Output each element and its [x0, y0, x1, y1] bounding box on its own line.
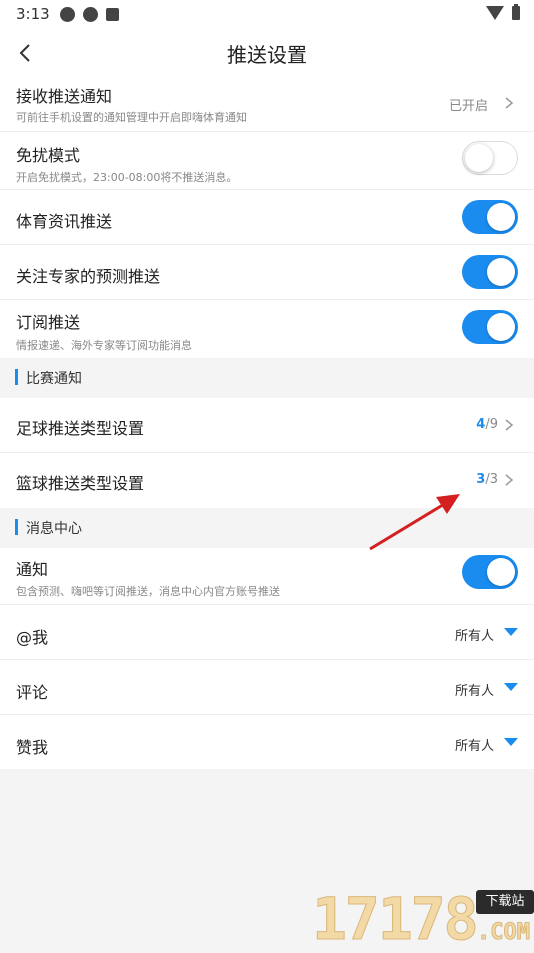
section-marker — [15, 369, 18, 385]
dnd-subtitle: 开启免扰模式，23:00-08:00将不推送消息。 — [16, 171, 238, 184]
notification-row: 通知 包含预测、嗨吧等订阅推送，消息中心内官方账号推送 — [0, 548, 534, 605]
dnd-row: 免扰模式 开启免扰模式，23:00-08:00将不推送消息。 — [0, 132, 534, 190]
sports-news-toggle[interactable] — [462, 200, 518, 234]
app-notification-icon — [83, 7, 98, 22]
title-bar: 推送设置 — [0, 30, 534, 78]
match-section-header: 比赛通知 — [0, 358, 534, 398]
app-notification-icon — [60, 7, 75, 22]
chevron-right-icon — [505, 97, 514, 109]
expert-predictions-toggle[interactable] — [462, 255, 518, 289]
basketball-push-row[interactable]: 篮球推送类型设置 3/3 — [0, 453, 534, 508]
watermark-logo: 17178 下载站 .COM — [312, 885, 534, 953]
sports-news-title: 体育资讯推送 — [16, 212, 113, 231]
app-notification-icon — [106, 8, 119, 21]
receive-push-subtitle: 可前往手机设置的通知管理中开启即嗨体育通知 — [16, 111, 247, 124]
subscription-title: 订阅推送 — [16, 313, 81, 332]
notification-title: 通知 — [16, 560, 49, 579]
comment-dropdown-value[interactable]: 所有人 — [455, 680, 494, 699]
like-row[interactable]: 赞我 所有人 — [0, 715, 534, 769]
notification-toggle[interactable] — [462, 555, 518, 589]
expert-predictions-title: 关注专家的预测推送 — [16, 267, 161, 286]
chevron-right-icon — [505, 419, 514, 431]
page-title: 推送设置 — [227, 43, 307, 67]
expert-predictions-row: 关注专家的预测推送 — [0, 245, 534, 300]
notification-subtitle: 包含预测、嗨吧等订阅推送，消息中心内官方账号推送 — [16, 585, 280, 598]
message-section-label: 消息中心 — [26, 521, 82, 537]
section-marker — [15, 519, 18, 535]
watermark-badge: 下载站 — [476, 890, 534, 914]
basketball-push-title: 篮球推送类型设置 — [16, 474, 145, 493]
subscription-subtitle: 情报速递、海外专家等订阅功能消息 — [16, 339, 192, 352]
dnd-title: 免扰模式 — [16, 146, 81, 165]
football-push-count: 4/9 — [476, 417, 498, 432]
receive-push-title: 接收推送通知 — [16, 87, 113, 106]
chevron-right-icon — [505, 474, 514, 486]
football-push-title: 足球推送类型设置 — [16, 419, 145, 438]
mention-title: @我 — [16, 628, 49, 647]
football-push-row[interactable]: 足球推送类型设置 4/9 — [0, 398, 534, 453]
wifi-icon — [486, 6, 504, 20]
receive-push-row[interactable]: 接收推送通知 可前往手机设置的通知管理中开启即嗨体育通知 已开启 — [0, 78, 534, 132]
status-time: 3:13 — [16, 5, 50, 23]
caret-down-icon[interactable] — [504, 683, 518, 691]
status-bar: 3:13 — [0, 0, 534, 30]
comment-title: 评论 — [16, 683, 49, 702]
like-dropdown-value[interactable]: 所有人 — [455, 735, 494, 754]
subscription-row: 订阅推送 情报速递、海外专家等订阅功能消息 — [0, 300, 534, 358]
match-section-label: 比赛通知 — [26, 371, 82, 387]
caret-down-icon[interactable] — [504, 738, 518, 746]
basketball-push-count: 3/3 — [476, 472, 498, 487]
sports-news-row: 体育资讯推送 — [0, 190, 534, 245]
battery-icon — [512, 4, 520, 20]
watermark-number: 17178 — [312, 885, 480, 953]
receive-push-status: 已开启 — [448, 99, 488, 114]
dnd-toggle[interactable] — [462, 141, 518, 175]
message-section-header: 消息中心 — [0, 508, 534, 548]
watermark-domain: .COM — [477, 920, 531, 946]
caret-down-icon[interactable] — [504, 628, 518, 636]
notification-icons — [60, 7, 119, 22]
mention-dropdown-value[interactable]: 所有人 — [455, 625, 494, 644]
subscription-toggle[interactable] — [462, 310, 518, 344]
like-title: 赞我 — [16, 738, 49, 757]
mention-row[interactable]: @我 所有人 — [0, 605, 534, 660]
comment-row[interactable]: 评论 所有人 — [0, 660, 534, 715]
